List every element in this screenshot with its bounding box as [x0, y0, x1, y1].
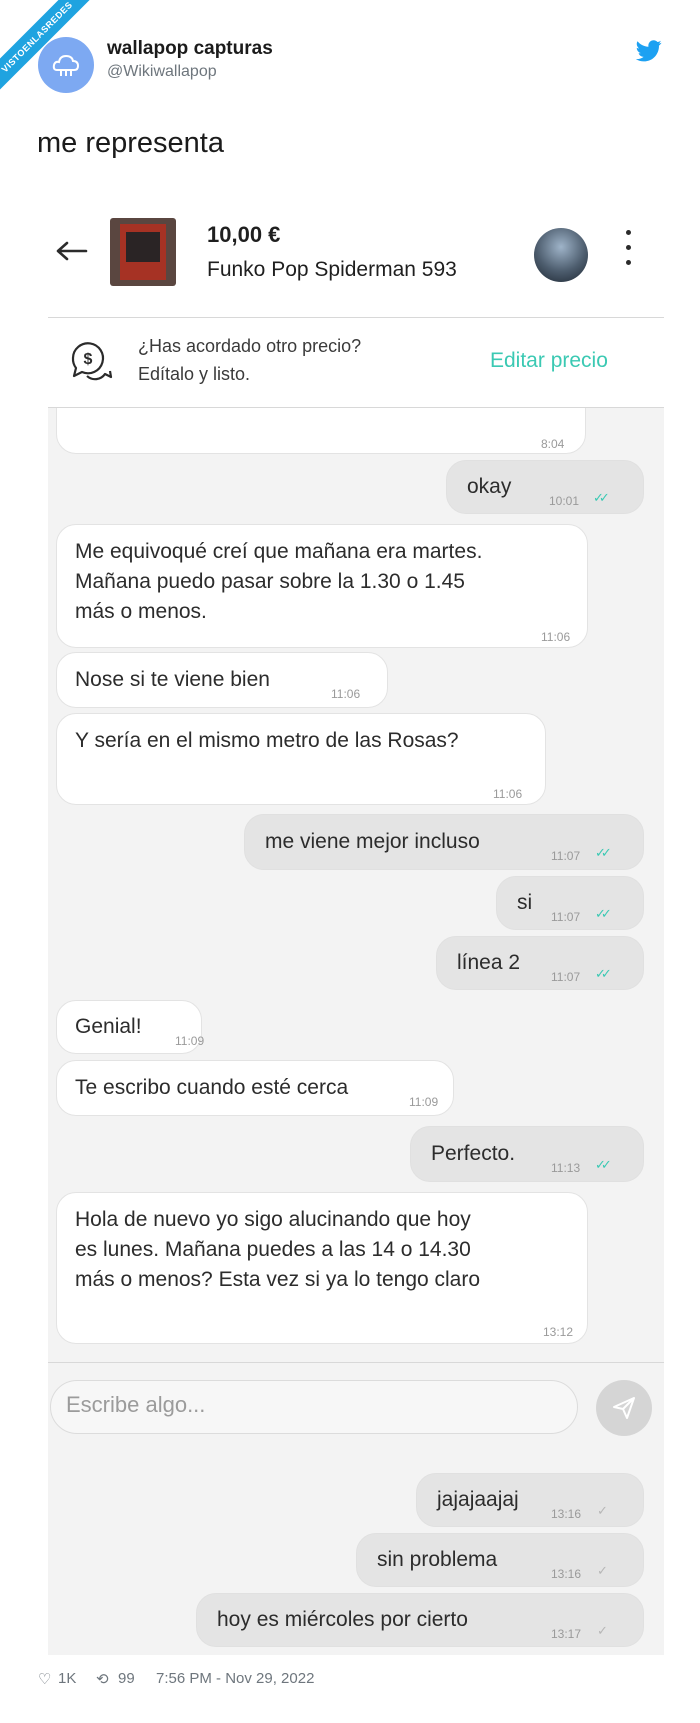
message-time: 13:16 [551, 1507, 582, 1521]
back-arrow-icon[interactable] [55, 240, 89, 262]
message-time: 11:07 [551, 970, 581, 984]
message-time: 11:06 [541, 630, 571, 644]
message-bubble: 8:04 [56, 408, 586, 454]
message-time: 8:04 [541, 437, 565, 451]
more-options-icon[interactable] [626, 230, 632, 272]
message-bubble: Te escribo cuando esté cerca 11:09 [56, 1060, 454, 1116]
product-price: 10,00 € [207, 222, 281, 247]
message-bubble: okay 10:01 ✓✓ [446, 460, 644, 514]
message-text: Genial! [75, 1015, 142, 1038]
banner-subtitle: Edítalo y listo. [138, 364, 251, 384]
watermark-text: VISTOENLASREDES [0, 0, 91, 91]
message-bubble: Y sería en el mismo metro de las Rosas? … [56, 713, 546, 805]
message-text: jajajaajaj [437, 1488, 519, 1511]
chat-area[interactable]: 8:04 okay 10:01 ✓✓ Me equivoqué creí que… [48, 408, 664, 1363]
product-thumbnail[interactable] [110, 218, 176, 286]
message-bubble: línea 2 11:07 ✓✓ [436, 936, 644, 990]
double-check-icon: ✓✓ [595, 1157, 612, 1172]
message-text: línea 2 [457, 951, 521, 974]
send-icon [613, 1397, 635, 1419]
message-time: 10:01 [549, 494, 580, 508]
message-bubble: me viene mejor incluso 11:07 ✓✓ [244, 814, 644, 870]
author-name[interactable]: wallapop capturas [107, 38, 273, 60]
message-text: Te escribo cuando esté cerca [75, 1076, 349, 1099]
check-icon: ✓ [597, 1503, 608, 1518]
message-bubble: Me equivoqué creí que mañana era martes.… [56, 524, 588, 648]
message-text: Me equivoqué creí que mañana era martes.… [75, 540, 483, 623]
message-bubble: hoy es miércoles por cierto 13:17 ✓ [196, 1593, 644, 1647]
message-text: si [517, 891, 533, 914]
message-bubble: sin problema 13:16 ✓ [356, 1533, 644, 1587]
retweet-count[interactable]: 99 [118, 1670, 135, 1687]
message-text: Nose si te viene bien [75, 668, 270, 691]
price-chat-icon: $ [71, 342, 113, 381]
message-text: Y sería en el mismo metro de las Rosas? [75, 729, 459, 752]
message-time: 11:06 [493, 787, 523, 801]
double-check-icon: ✓✓ [595, 906, 612, 921]
message-time: 11:13 [551, 1161, 581, 1175]
tweet-text: me representa [37, 127, 224, 159]
message-bubble: si 11:07 ✓✓ [496, 876, 644, 930]
check-icon: ✓ [597, 1563, 608, 1578]
message-text: me viene mejor incluso [265, 830, 480, 853]
funko-window-image [126, 232, 160, 262]
double-check-icon: ✓✓ [593, 490, 610, 505]
watermark-ribbon: VISTOENLASREDES [0, 0, 110, 110]
pasted-messages: jajajaajaj 13:16 ✓ sin problema 13:16 ✓ … [48, 1455, 664, 1655]
message-text: okay [467, 475, 512, 498]
message-text: hoy es miércoles por cierto [217, 1608, 468, 1631]
message-text: Hola de nuevo yo sigo alucinando que hoy… [75, 1208, 481, 1291]
message-time: 11:07 [551, 849, 581, 863]
like-count[interactable]: 1K [58, 1670, 76, 1687]
like-icon[interactable]: ♡ [38, 1670, 51, 1688]
message-time: 11:09 [409, 1095, 439, 1109]
edit-price-link[interactable]: Editar precio [490, 349, 608, 373]
message-time: 11:09 [175, 1034, 205, 1048]
message-time: 13:12 [543, 1325, 574, 1339]
check-icon: ✓ [597, 1623, 608, 1638]
message-bubble: Nose si te viene bien 11:06 [56, 652, 388, 708]
svg-text:$: $ [84, 351, 93, 368]
send-button[interactable] [596, 1380, 652, 1436]
message-time: 13:16 [551, 1567, 582, 1581]
message-time: 13:17 [551, 1627, 582, 1641]
tweet-timestamp[interactable]: 7:56 PM - Nov 29, 2022 [156, 1670, 314, 1687]
retweet-icon[interactable]: ⟲ [96, 1670, 109, 1688]
message-bubble: Hola de nuevo yo sigo alucinando que hoy… [56, 1192, 588, 1344]
author-handle[interactable]: @Wikiwallapop [107, 63, 217, 81]
message-text: Perfecto. [431, 1142, 516, 1165]
message-time: 11:06 [331, 687, 361, 701]
message-time: 11:07 [551, 910, 581, 924]
double-check-icon: ✓✓ [595, 845, 612, 860]
message-text: sin problema [377, 1548, 498, 1571]
message-input-placeholder: Escribe algo... [66, 1392, 206, 1417]
product-title[interactable]: Funko Pop Spiderman 593 [207, 258, 457, 282]
double-check-icon: ✓✓ [595, 966, 612, 981]
banner-question: ¿Has acordado otro precio? [138, 336, 362, 356]
message-bubble: jajajaajaj 13:16 ✓ [416, 1473, 644, 1527]
message-bubble: Genial! 11:09 [56, 1000, 205, 1054]
twitter-bird-icon[interactable] [636, 40, 662, 62]
message-bubble: Perfecto. 11:13 ✓✓ [410, 1126, 644, 1182]
seller-avatar[interactable] [534, 228, 588, 282]
